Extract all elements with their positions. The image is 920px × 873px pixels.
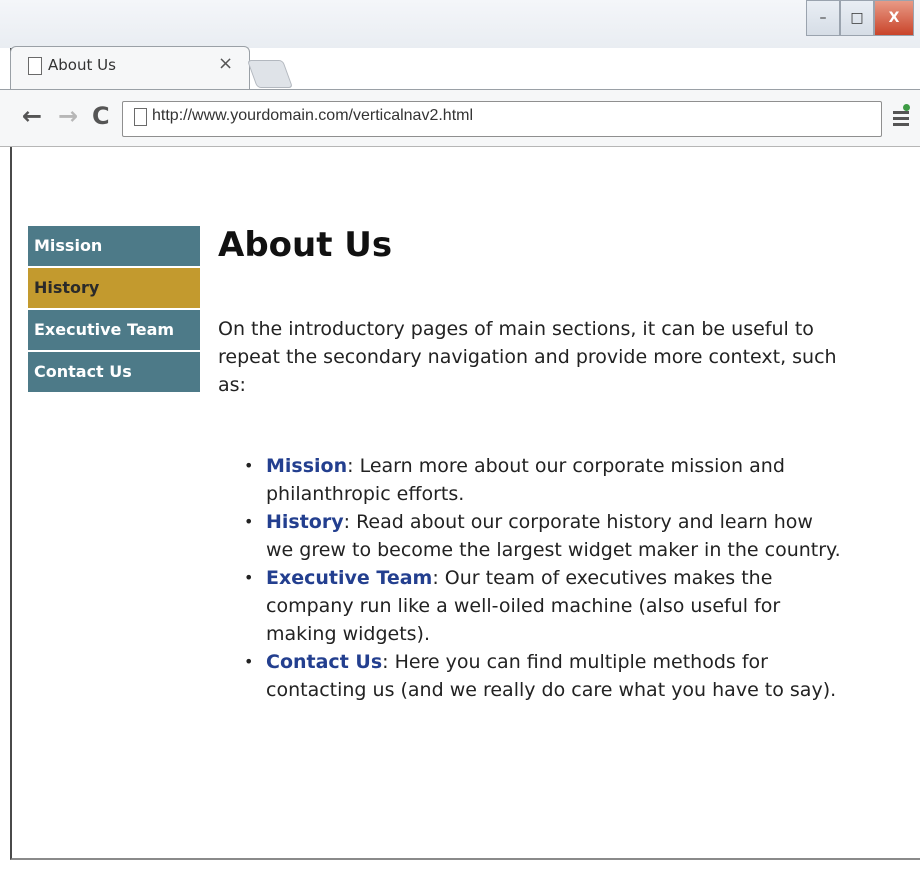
title-bar <box>0 0 920 48</box>
menu-icon-bar <box>893 111 909 114</box>
tab-title: About Us <box>48 56 116 74</box>
menu-icon-bar <box>893 123 909 126</box>
list-item: • Contact Us: Here you can find multiple… <box>244 648 844 704</box>
bullet-icon: • <box>244 652 254 671</box>
menu-icon-bar <box>893 117 909 120</box>
nav-item-mission[interactable]: Mission <box>28 226 200 266</box>
link-mission[interactable]: Mission <box>266 455 347 477</box>
nav-item-history[interactable]: History <box>28 268 200 308</box>
reload-icon[interactable]: C <box>92 102 110 130</box>
list-item-text: : Read about our corporate history and l… <box>266 511 841 561</box>
menu-icon[interactable] <box>893 104 910 130</box>
close-window-button[interactable]: X <box>874 0 914 36</box>
maximize-button[interactable]: □ <box>840 0 874 36</box>
bullet-icon: • <box>244 456 254 475</box>
nav-item-executive-team[interactable]: Executive Team <box>28 310 200 350</box>
intro-paragraph: On the introductory pages of main sectio… <box>218 318 837 396</box>
forward-arrow-icon[interactable]: → <box>58 102 78 130</box>
browser-tab[interactable] <box>10 46 250 91</box>
link-history[interactable]: History <box>266 511 344 533</box>
vertical-nav: Mission History Executive Team Contact U… <box>28 226 200 394</box>
link-contact-us[interactable]: Contact Us <box>266 651 382 673</box>
nav-item-contact-us[interactable]: Contact Us <box>28 352 200 392</box>
link-executive-team[interactable]: Executive Team <box>266 567 432 589</box>
bullet-icon: • <box>244 512 254 531</box>
page-icon <box>28 57 42 75</box>
section-list: • Mission: Learn more about our corporat… <box>244 452 844 704</box>
tab-close-icon[interactable]: × <box>218 53 233 74</box>
page-icon <box>134 108 147 126</box>
minimize-button[interactable]: – <box>806 0 840 36</box>
bullet-icon: • <box>244 568 254 587</box>
back-arrow-icon[interactable]: ← <box>22 102 42 130</box>
page-title: About Us <box>218 225 393 265</box>
list-item: • Mission: Learn more about our corporat… <box>244 452 844 508</box>
update-dot-icon <box>903 104 910 111</box>
url-text[interactable]: http://www.yourdomain.com/verticalnav2.h… <box>152 107 473 125</box>
list-item: • Executive Team: Our team of executives… <box>244 564 844 648</box>
list-item: • History: Read about our corporate hist… <box>244 508 844 564</box>
